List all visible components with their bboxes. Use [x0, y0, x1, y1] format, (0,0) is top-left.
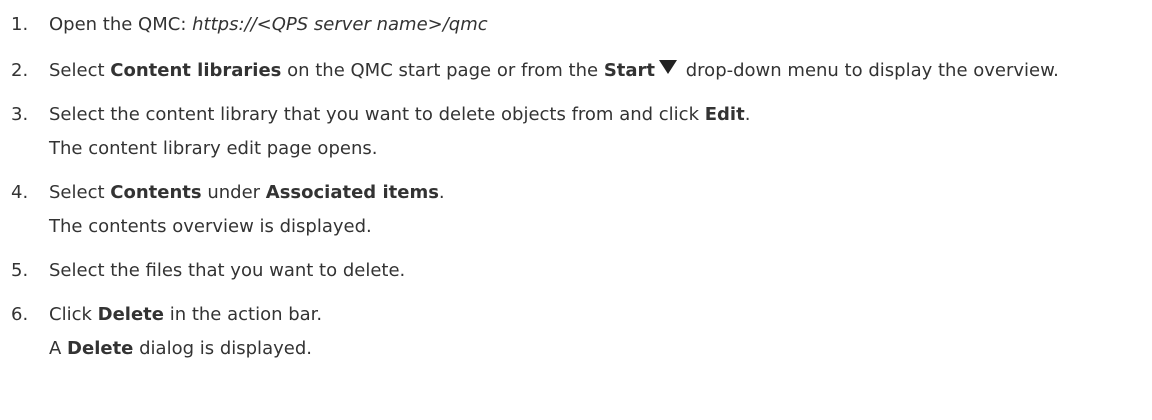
- step-4: 4. Select Contents under Associated item…: [0, 176, 1152, 244]
- step-result: The content library edit page opens.: [49, 138, 378, 159]
- step-text: Click: [49, 304, 98, 325]
- step-2: 2. Select Content libraries on the QMC s…: [0, 54, 1152, 88]
- step-number: 6.: [11, 304, 29, 325]
- step-text: .: [744, 104, 751, 125]
- step-5: 5. Select the files that you want to del…: [0, 254, 1152, 288]
- step-result: dialog is displayed.: [133, 338, 312, 359]
- step-1: 1. Open the QMC: https://<QPS server nam…: [0, 8, 1152, 42]
- step-number: 4.: [11, 182, 29, 203]
- contents-label: Contents: [110, 182, 202, 203]
- step-text: Open the QMC:: [49, 14, 193, 35]
- step-text: Select: [49, 60, 111, 81]
- step-text: under: [201, 182, 266, 203]
- step-text: Select: [49, 182, 111, 203]
- step-text: Select the files that you want to delete…: [49, 260, 406, 281]
- step-number: 2.: [11, 60, 29, 81]
- step-number: 5.: [11, 260, 29, 281]
- step-number: 3.: [11, 104, 29, 125]
- delete-label: Delete: [97, 304, 164, 325]
- step-3: 3. Select the content library that you w…: [0, 98, 1152, 166]
- step-text: Select the content library that you want…: [49, 104, 705, 125]
- delete-dialog-label: Delete: [67, 338, 134, 359]
- step-6: 6. Click Delete in the action bar. A Del…: [0, 298, 1152, 366]
- step-text: on the QMC start page or from the: [281, 60, 604, 81]
- content-libraries-label: Content libraries: [110, 60, 282, 81]
- step-number: 1.: [11, 14, 29, 35]
- step-text: in the action bar.: [163, 304, 323, 325]
- step-result: The contents overview is displayed.: [49, 216, 372, 237]
- triangle-down-icon: [659, 60, 678, 74]
- associated-items-label: Associated items: [265, 182, 439, 203]
- edit-label: Edit: [704, 104, 745, 125]
- instruction-steps: 1. Open the QMC: https://<QPS server nam…: [0, 8, 1152, 366]
- step-text: .: [438, 182, 445, 203]
- step-result: A: [49, 338, 68, 359]
- step-text: drop-down menu to display the overview.: [680, 60, 1059, 81]
- start-menu-label: Start: [603, 60, 656, 81]
- qmc-url: https://<QPS server name>/qmc: [192, 14, 488, 35]
